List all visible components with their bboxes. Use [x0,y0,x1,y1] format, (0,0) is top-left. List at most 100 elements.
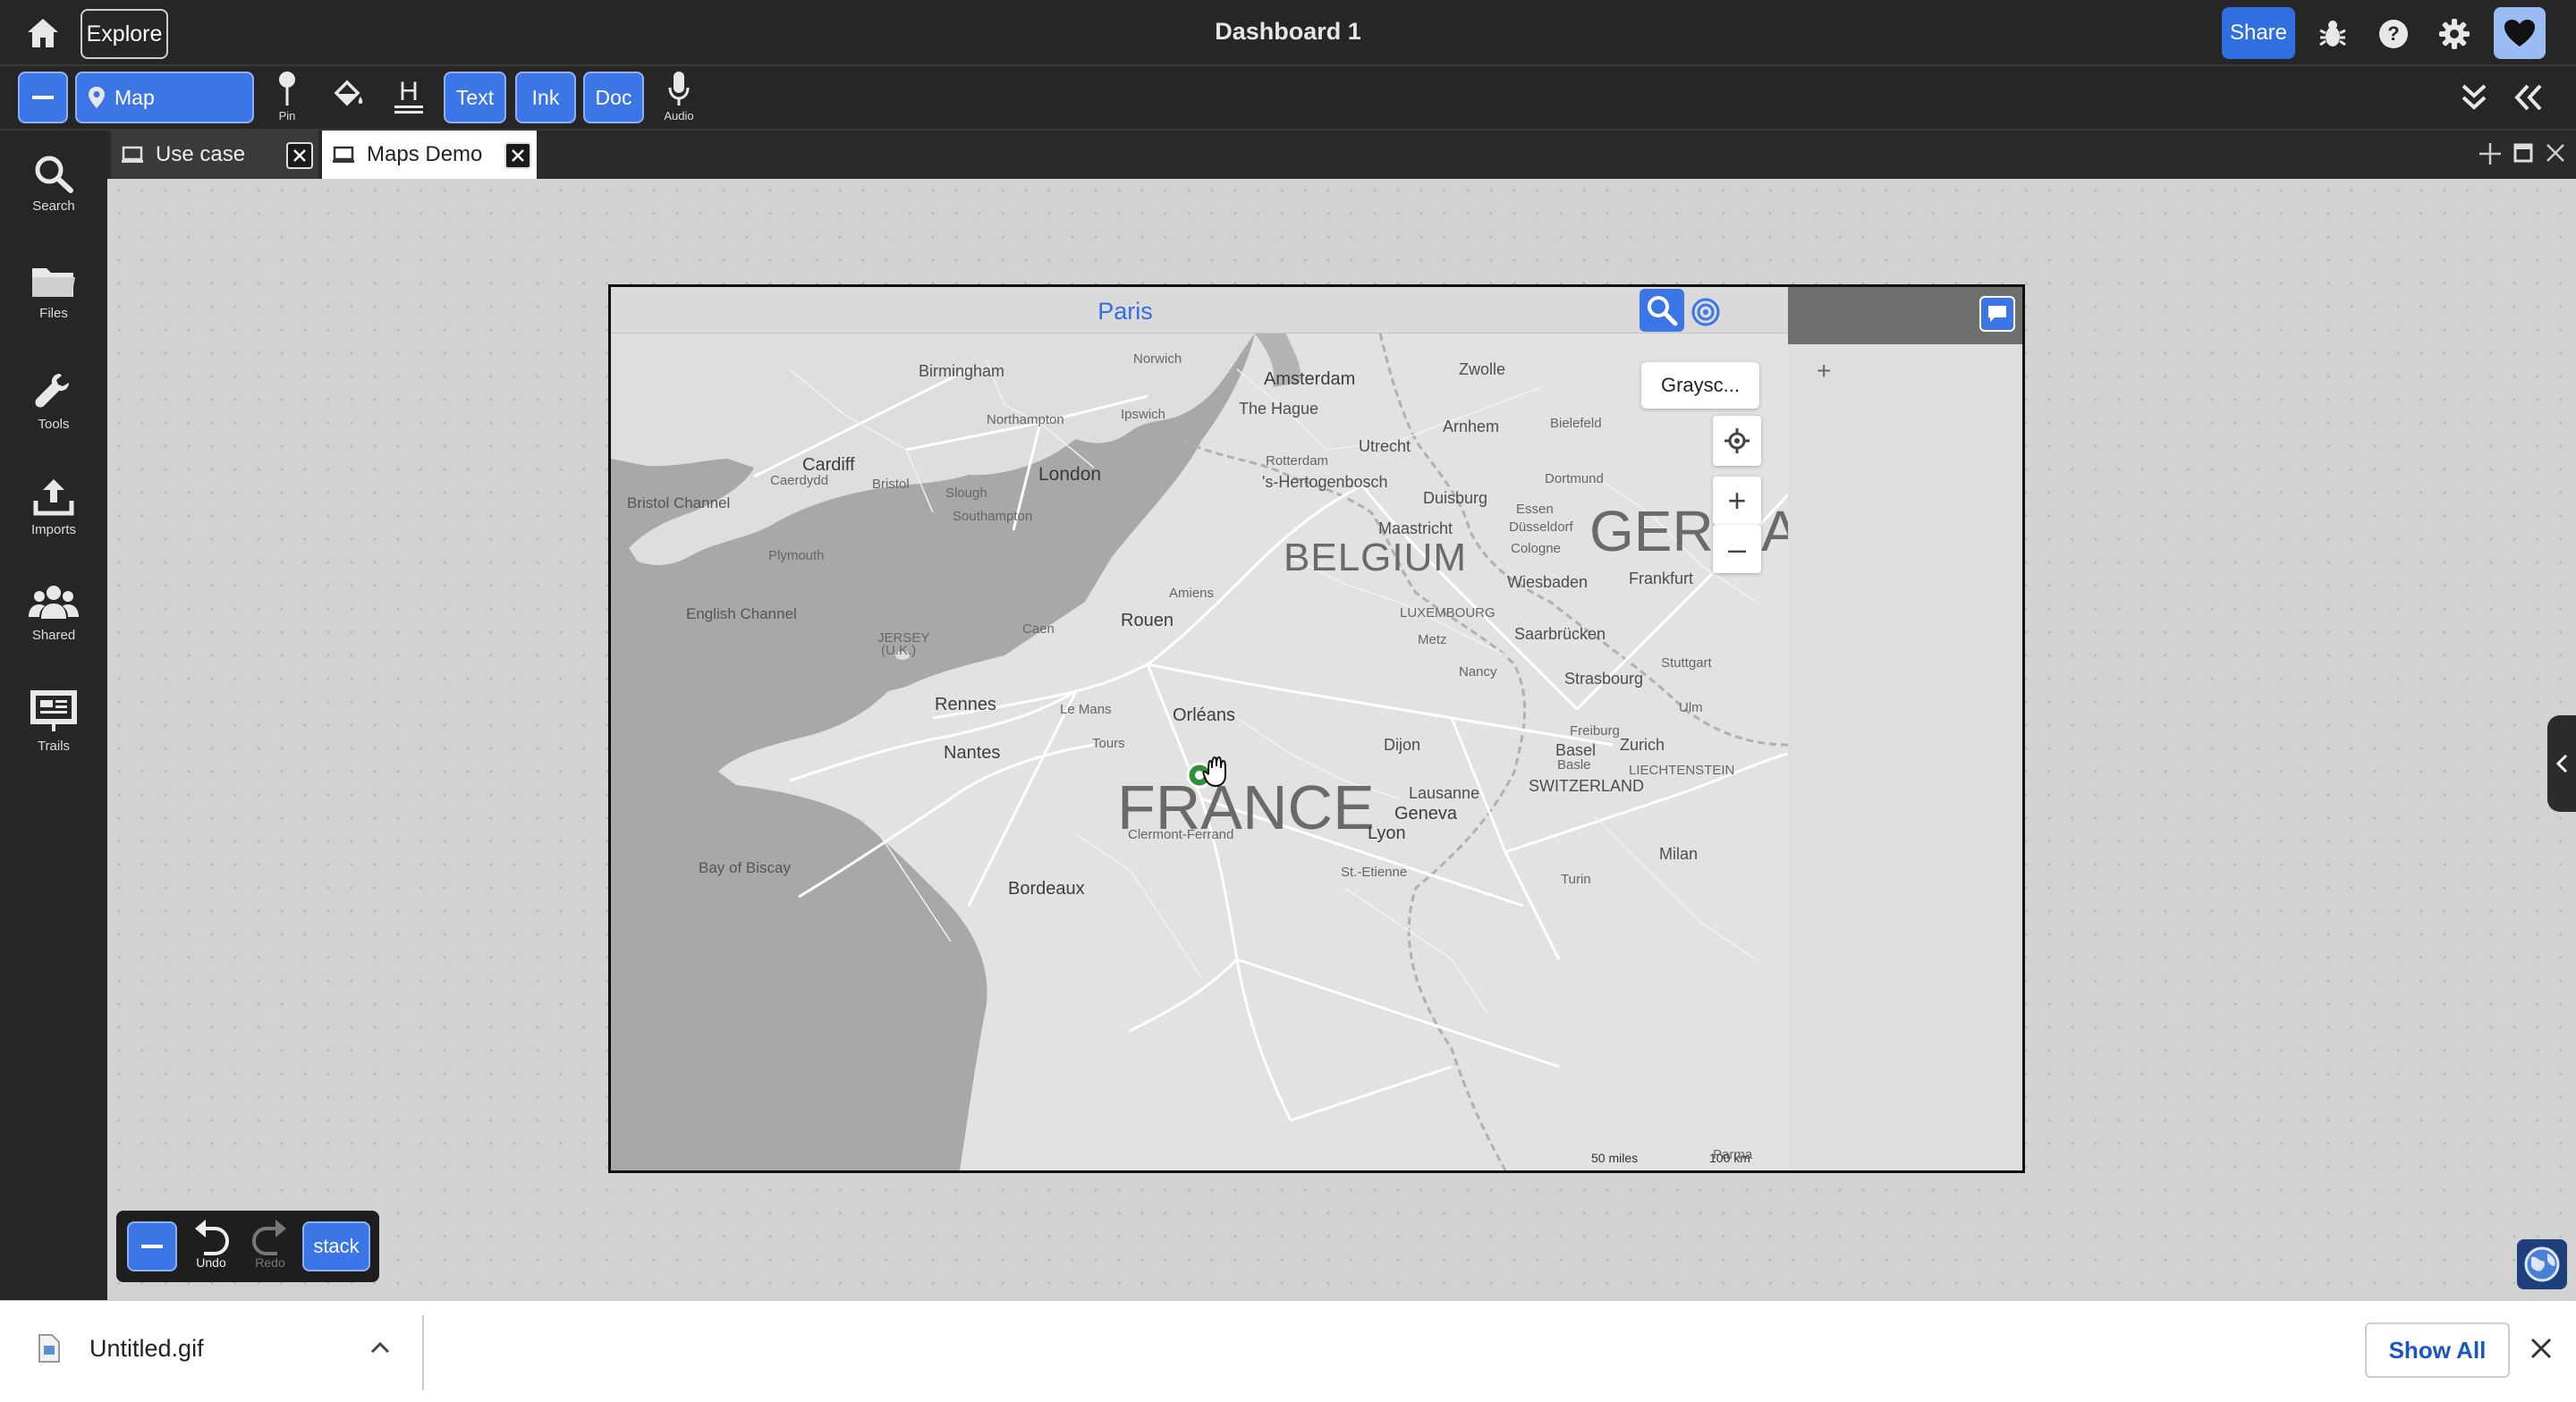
bug-icon [2319,21,2346,46]
svg-text:?: ? [2387,22,2399,45]
map-label: Essen [1516,502,1554,517]
chevron-up-icon [370,1341,390,1354]
zoom-in-button[interactable]: + [1713,477,1761,525]
map-label: Amiens [1169,586,1215,601]
sidebar-item-tools[interactable]: Tools [0,370,107,460]
collapse-panel-button[interactable] [2512,82,2547,114]
file-icon [38,1334,60,1363]
settings-button[interactable] [2436,16,2472,52]
map-label: London [1038,464,1102,485]
tab-maps-demo[interactable]: Maps Demo [322,131,537,179]
divider [422,1315,424,1390]
collapse-toolbar-button[interactable] [18,72,68,123]
map-view[interactable]: Paris Norwich Birmingham Amsterdam Zwoll… [611,287,1788,1170]
map-label: Wiesbaden [1507,573,1589,591]
map-label: Bay of Biscay [699,859,791,876]
locate-me-button[interactable] [1713,416,1761,466]
gear-icon [2439,19,2470,49]
map-type-button[interactable]: Map [75,72,254,123]
annotation-button[interactable] [1979,296,2015,332]
map-label: Stuttgart [1661,655,1712,671]
map-label: Ulm [1679,700,1703,715]
map-label: Nancy [1459,664,1497,680]
heart-icon [2504,20,2535,46]
map-label: Rotterdam [1266,453,1329,469]
pin-tool[interactable]: Pin [265,70,309,127]
tab-use-case[interactable]: Use case [111,131,318,179]
close-tab-button[interactable] [504,142,531,169]
map-label: Metz [1418,632,1447,647]
globe-button[interactable] [2517,1239,2567,1289]
close-pane-button[interactable] [2544,141,2571,168]
share-button[interactable]: Share [2222,7,2295,59]
map-label: Lyon [1368,823,1406,843]
redo-button[interactable]: Redo [245,1216,295,1277]
close-icon [2530,1338,2552,1359]
help-button[interactable]: ? [2376,16,2411,52]
audio-tool-label: Audio [664,109,694,122]
sidebar-item-label: Trails [37,739,71,754]
map-target-button[interactable] [1688,294,1724,330]
sidebar-item-search[interactable]: Search [0,154,107,243]
toolbar: Map Pin H Text Ink Doc Audio [0,66,2576,131]
ink-tool-button[interactable]: Ink [515,72,576,123]
double-chevron-left-icon [2514,84,2542,111]
map-label: Southampton [953,509,1033,524]
sidebar-item-imports[interactable]: Imports [0,476,107,565]
scale-km: 100 km [1709,1151,1750,1165]
sidebar-item-shared[interactable]: Shared [0,583,107,672]
tab-bar: Use case Maps Demo [107,131,2576,179]
freeform-canvas[interactable]: Paris Norwich Birmingham Amsterdam Zwoll… [107,179,2576,1300]
crosshair-icon [1724,428,1750,453]
download-item[interactable]: Untitled.gif [36,1333,204,1364]
highlight-tool[interactable]: H [386,75,431,132]
maximize-button[interactable] [2512,141,2538,168]
collapse-palette-button[interactable] [127,1221,177,1271]
text-tool-button[interactable]: Text [444,72,506,123]
audio-tool[interactable]: Audio [657,70,701,127]
properties-panel-toggle[interactable] [2547,715,2576,812]
new-tab-button[interactable] [2478,141,2504,168]
close-icon [2546,144,2564,162]
close-downloads-bar-button[interactable] [2528,1335,2558,1365]
map-style-button[interactable]: Graysc... [1641,362,1759,409]
close-tab-button[interactable] [286,142,313,169]
undo-label: Undo [196,1255,226,1270]
bug-report-button[interactable] [2315,16,2351,52]
sidebar-item-trails[interactable]: Trails [0,688,107,778]
fill-tool[interactable] [326,79,370,136]
download-options-button[interactable] [369,1339,392,1361]
map-search-button[interactable] [1640,289,1684,332]
map-label: Birmingham [919,362,1005,380]
expand-toolbar-button[interactable] [2458,82,2494,114]
doc-tool-button[interactable]: Doc [583,72,644,123]
zoom-out-button[interactable]: – [1713,525,1761,573]
map-document[interactable]: Paris Norwich Birmingham Amsterdam Zwoll… [608,284,2025,1173]
download-filename: Untitled.gif [89,1334,204,1362]
map-label: BELGIUM [1284,536,1468,579]
location-marker[interactable] [1183,754,1233,798]
top-header: Explore Dashboard 1 Share ? [0,0,2576,66]
map-label: Amsterdam [1264,369,1356,389]
map-label: Basle [1557,757,1591,773]
map-label: Düsseldorf [1509,519,1573,535]
undo-button[interactable]: Undo [186,1216,236,1277]
sidebar-item-files[interactable]: Files [0,263,107,352]
people-icon [29,586,79,619]
map-label: (U.K.) [881,643,917,658]
stack-button[interactable]: stack [302,1221,370,1271]
presentation-icon [30,690,77,731]
sidebar-item-label: Shared [31,628,76,643]
map-side-panel-header [1788,287,2022,344]
map-label: Duisburg [1423,489,1488,507]
map-label: Geneva [1394,804,1458,823]
add-annotation-button[interactable]: + [1817,357,1831,385]
search-icon [1648,296,1678,326]
favorites-button[interactable] [2494,7,2546,59]
search-icon [35,156,73,193]
map-label: Bristol Channel [627,494,731,511]
map-location-title[interactable]: Paris [611,298,1640,325]
map-label: Bordeaux [1008,879,1085,899]
show-all-downloads-button[interactable]: Show All [2365,1322,2510,1378]
globe-icon [2524,1246,2560,1282]
